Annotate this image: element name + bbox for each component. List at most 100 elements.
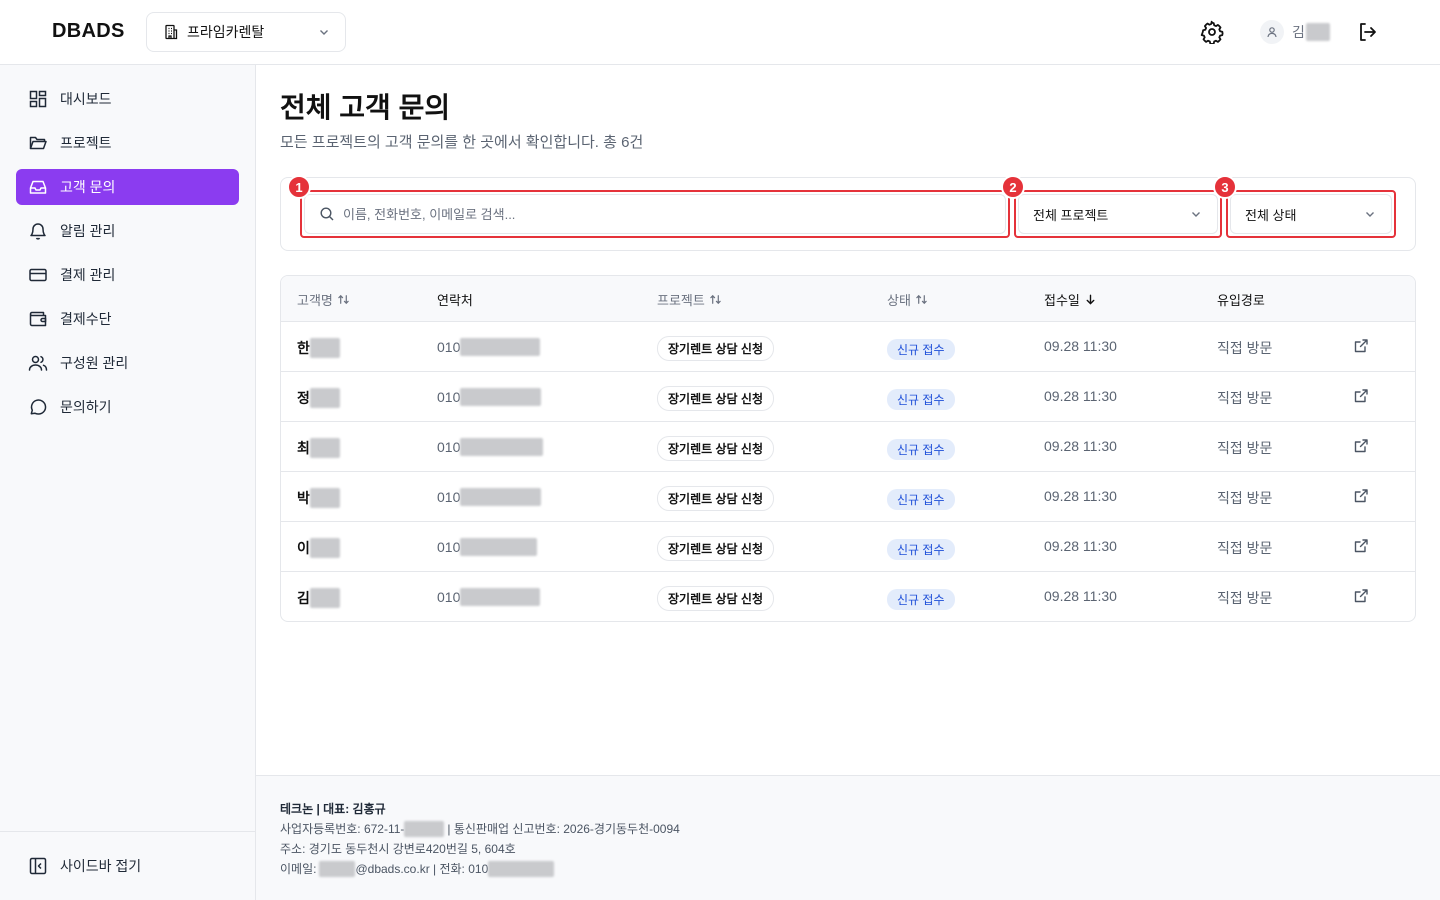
organization-name: 프라임카렌탈 (187, 24, 265, 40)
folder-icon (29, 136, 47, 150)
arrow-down-icon (1086, 294, 1095, 305)
logout-icon[interactable] (1356, 20, 1380, 44)
app-logo[interactable]: DBADS (52, 20, 125, 43)
status-badge: 신규 접수 (887, 389, 955, 410)
panel-collapse-icon (29, 857, 47, 875)
search-input[interactable] (304, 194, 1006, 234)
redacted-text (460, 338, 541, 356)
sidebar-item-label: 알림 관리 (60, 223, 116, 239)
customer-name: 정 (297, 388, 340, 408)
sidebar-footer: 사이드바 접기 (0, 831, 255, 900)
collapse-sidebar-button[interactable]: 사이드바 접기 (28, 856, 141, 876)
organization-select[interactable]: 프라임카렌탈 (146, 12, 346, 52)
sidebar-item-projects[interactable]: 프로젝트 (16, 125, 239, 161)
inflow-source: 직접 방문 (1217, 540, 1273, 556)
project-badge: 장기렌트 상담 신청 (657, 536, 774, 561)
chevron-down-icon (320, 30, 328, 35)
table-row[interactable]: 최 010 장기렌트 상담 신청 신규 접수 09.28 11:30 직접 방문 (281, 422, 1415, 472)
received-date: 09.28 11:30 (1044, 338, 1117, 354)
received-date: 09.28 11:30 (1044, 538, 1117, 554)
sidebar-item-label: 구성원 관리 (60, 355, 129, 371)
external-link-icon[interactable] (1353, 488, 1369, 504)
sidebar-item-payment-methods[interactable]: 결제수단 (16, 301, 239, 337)
sidebar-item-dashboard[interactable]: 대시보드 (16, 81, 239, 117)
chevron-down-icon (1366, 212, 1374, 217)
redacted-text (404, 820, 445, 837)
column-header-date[interactable]: 접수일 (1044, 290, 1097, 309)
message-circle-icon (30, 399, 47, 415)
sidebar-item-notifications[interactable]: 알림 관리 (16, 213, 239, 249)
sidebar-item-payments[interactable]: 결제 관리 (16, 257, 239, 293)
sidebar-item-inquiries[interactable]: 고객 문의 (16, 169, 239, 205)
redacted-text (309, 588, 340, 608)
inflow-source: 직접 방문 (1217, 590, 1273, 606)
external-link-icon[interactable] (1353, 588, 1369, 604)
sort-icon (710, 294, 721, 305)
step-marker-1: 1 (287, 175, 311, 199)
footer-address: 주소: 경기도 동두천시 강변로420번길 5, 604호 (280, 842, 516, 856)
project-badge: 장기렌트 상담 신청 (657, 336, 774, 361)
collapse-sidebar-label: 사이드바 접기 (60, 858, 142, 874)
customer-phone: 010 (437, 388, 542, 406)
redacted-text (460, 388, 542, 406)
table-row[interactable]: 김 010 장기렌트 상담 신청 신규 접수 09.28 11:30 직접 방문 (281, 572, 1415, 621)
project-filter-value: 전체 프로젝트 (1033, 207, 1109, 223)
search-icon (320, 207, 334, 221)
redacted-name (1305, 23, 1330, 41)
page-footer: 테크논 | 대표: 김홍규 사업자등록번호: 672-11- | 통신판매업 신… (256, 775, 1440, 900)
column-header-project[interactable]: 프로젝트 (657, 290, 722, 309)
customer-name: 김 (297, 588, 340, 608)
top-header: DBADS 프라임카렌탈 김 (0, 0, 1440, 65)
table-row[interactable]: 박 010 장기렌트 상담 신청 신규 접수 09.28 11:30 직접 방문 (281, 472, 1415, 522)
project-badge: 장기렌트 상담 신청 (657, 436, 774, 461)
inbox-icon (29, 180, 47, 194)
sidebar-item-label: 결제 관리 (60, 267, 116, 283)
settings-gear-icon[interactable] (1200, 20, 1224, 44)
sidebar-item-label: 문의하기 (60, 399, 112, 415)
page-subtitle: 모든 프로젝트의 고객 문의를 한 곳에서 확인합니다. 총 6건 (280, 134, 644, 151)
customer-phone: 010 (437, 438, 544, 456)
table-row[interactable]: 이 010 장기렌트 상담 신청 신규 접수 09.28 11:30 직접 방문 (281, 522, 1415, 572)
project-badge: 장기렌트 상담 신청 (657, 586, 774, 611)
inquiries-table: 고객명 연락처 프로젝트 상태 접수일 유입경로 한 010 장기렌트 상담 신… (280, 275, 1416, 622)
user-icon (1267, 27, 1277, 38)
step-marker-3: 3 (1213, 175, 1237, 199)
sidebar-item-members[interactable]: 구성원 관리 (16, 345, 239, 381)
project-filter-select[interactable]: 전체 프로젝트 (1018, 194, 1218, 234)
search-text-field[interactable] (343, 206, 943, 222)
user-menu[interactable]: 김 (1260, 20, 1330, 44)
external-link-icon[interactable] (1353, 338, 1369, 354)
column-header-name[interactable]: 고객명 (297, 290, 350, 309)
redacted-text (309, 388, 340, 408)
redacted-text (309, 438, 340, 458)
status-filter-select[interactable]: 전체 상태 (1230, 194, 1392, 234)
redacted-text (460, 538, 538, 556)
external-link-icon[interactable] (1353, 438, 1369, 454)
project-badge: 장기렌트 상담 신청 (657, 486, 774, 511)
customer-name: 이 (297, 538, 340, 558)
dashboard-icon (29, 90, 47, 108)
column-header-status[interactable]: 상태 (887, 290, 928, 309)
table-row[interactable]: 한 010 장기렌트 상담 신청 신규 접수 09.28 11:30 직접 방문 (281, 322, 1415, 372)
redacted-text (309, 488, 340, 508)
received-date: 09.28 11:30 (1044, 438, 1117, 454)
inflow-source: 직접 방문 (1217, 340, 1273, 356)
sort-icon (916, 294, 927, 305)
redacted-text (460, 588, 541, 606)
customer-phone: 010 (437, 588, 541, 606)
credit-card-icon (29, 268, 47, 282)
inflow-source: 직접 방문 (1217, 390, 1273, 406)
sidebar-item-label: 대시보드 (60, 91, 112, 107)
external-link-icon[interactable] (1353, 388, 1369, 404)
table-row[interactable]: 정 010 장기렌트 상담 신청 신규 접수 09.28 11:30 직접 방문 (281, 372, 1415, 422)
column-header-phone: 연락처 (437, 293, 473, 308)
sidebar-item-contact[interactable]: 문의하기 (16, 389, 239, 425)
inflow-source: 직접 방문 (1217, 440, 1273, 456)
external-link-icon[interactable] (1353, 538, 1369, 554)
footer-contact: 이메일: @dbads.co.kr | 전화: 010 (280, 860, 555, 877)
redacted-text (319, 860, 356, 877)
sort-icon (338, 294, 349, 305)
project-badge: 장기렌트 상담 신청 (657, 386, 774, 411)
user-initial: 김 (1292, 24, 1305, 40)
bell-icon (30, 223, 46, 240)
